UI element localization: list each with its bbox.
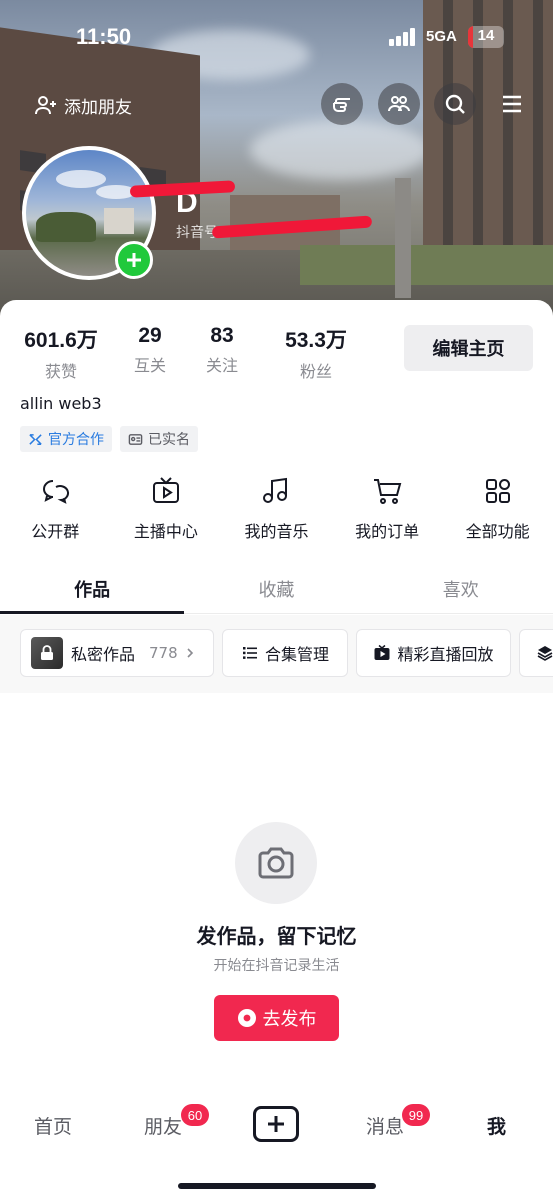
tab-likes[interactable]: 喜欢 xyxy=(369,568,553,613)
empty-state-subtitle: 开始在抖音记录生活 xyxy=(213,958,340,974)
status-time: 11:50 xyxy=(76,24,132,49)
tag-label: 官方合作 xyxy=(48,432,104,448)
search-button[interactable] xyxy=(434,83,476,125)
feature-my-music[interactable]: 我的音乐 xyxy=(221,476,332,542)
publish-label: 去发布 xyxy=(262,1009,317,1030)
create-button[interactable] xyxy=(253,1106,299,1142)
stat-label: 关注 xyxy=(205,356,238,375)
home-indicator xyxy=(178,1183,376,1189)
stat-label: 粉丝 xyxy=(299,362,332,381)
chevron-right-icon xyxy=(187,648,193,658)
feature-all-functions[interactable]: 全部功能 xyxy=(442,476,553,542)
feature-public-group[interactable]: 公开群 xyxy=(0,476,111,542)
id-card-icon xyxy=(128,433,143,445)
handshake-icon xyxy=(29,433,42,445)
camera-icon xyxy=(237,1009,256,1027)
chip-label: 合集管理 xyxy=(264,645,329,664)
content-tabs: 作品 收藏 喜欢 xyxy=(0,568,553,614)
tv-play-icon xyxy=(152,477,179,503)
private-count: 778 xyxy=(149,644,178,662)
feature-label: 公开群 xyxy=(31,522,80,541)
tags-row: 官方合作 已实名 xyxy=(20,426,198,452)
bottom-nav: 首页 朋友 60 消息 99 我 xyxy=(0,1090,553,1160)
grid-icon xyxy=(485,479,510,503)
live-replay-chip[interactable]: 精彩直播回放 xyxy=(356,629,511,677)
hand-pointing-icon xyxy=(333,98,350,112)
add-friend-button[interactable]: 添加朋友 xyxy=(34,90,132,120)
cart-icon xyxy=(374,479,402,504)
plus-icon xyxy=(268,1116,284,1132)
stat-value: 29 xyxy=(138,324,162,347)
list-icon xyxy=(242,647,257,659)
feature-label: 我的订单 xyxy=(355,522,420,541)
private-works-chip[interactable]: 私密作品 778 xyxy=(20,629,214,677)
feature-label: 我的音乐 xyxy=(244,522,309,541)
add-friend-label: 添加朋友 xyxy=(64,97,132,118)
visitors-button[interactable] xyxy=(378,83,420,125)
layers-icon xyxy=(537,646,553,661)
camera-icon xyxy=(258,847,294,879)
stat-value: 53.3万 xyxy=(285,329,347,352)
feature-shortcuts: 公开群 主播中心 我的音乐 我的订单 全部功能 xyxy=(0,476,553,542)
people-icon xyxy=(388,96,410,112)
stat-value: 601.6万 xyxy=(24,329,98,352)
stat-likes[interactable]: 601.6万 获赞 xyxy=(20,324,102,382)
stat-followers[interactable]: 53.3万 粉丝 xyxy=(272,324,360,382)
more-chip[interactable] xyxy=(519,629,553,677)
stat-label: 互关 xyxy=(133,356,166,375)
feature-streamer-center[interactable]: 主播中心 xyxy=(111,476,222,542)
edit-profile-button[interactable]: 编辑主页 xyxy=(404,325,533,371)
nav-me[interactable]: 我 xyxy=(487,1112,506,1139)
lock-icon xyxy=(41,645,53,660)
music-note-icon xyxy=(263,477,288,503)
bio: allin web3 xyxy=(20,394,102,413)
plus-icon xyxy=(127,253,141,267)
menu-button[interactable] xyxy=(496,88,528,120)
tag-label: 已实名 xyxy=(148,432,190,448)
collection-manage-chip[interactable]: 合集管理 xyxy=(222,629,348,677)
stat-value: 83 xyxy=(210,324,234,347)
status-bar: 11:50 5GA 14 xyxy=(0,0,553,72)
poke-button[interactable] xyxy=(321,83,363,125)
tab-favorites[interactable]: 收藏 xyxy=(184,568,368,613)
messages-badge: 99 xyxy=(402,1104,430,1126)
empty-state-title: 发作品，留下记忆 xyxy=(196,924,357,948)
network-type: 5GA xyxy=(426,28,457,45)
empty-camera-badge xyxy=(235,822,317,904)
verified-tag[interactable]: 已实名 xyxy=(120,426,198,452)
search-icon xyxy=(445,94,465,114)
battery-percent: 14 xyxy=(477,27,495,44)
friends-badge: 60 xyxy=(181,1104,209,1126)
tv-play-icon xyxy=(374,644,390,660)
tab-works[interactable]: 作品 xyxy=(0,568,185,614)
stats-row: 601.6万 获赞 29 互关 83 关注 53.3万 粉丝 xyxy=(20,324,360,382)
nav-friends[interactable]: 朋友 xyxy=(144,1112,182,1139)
chip-label: 私密作品 xyxy=(71,645,136,664)
nav-home[interactable]: 首页 xyxy=(34,1112,72,1139)
feature-label: 全部功能 xyxy=(465,522,530,541)
nav-messages[interactable]: 消息 xyxy=(366,1112,404,1139)
hamburger-menu-icon xyxy=(503,95,521,113)
battery-icon: 14 xyxy=(468,26,504,48)
chip-label: 精彩直播回放 xyxy=(397,645,494,664)
add-person-icon xyxy=(35,96,56,115)
feature-label: 主播中心 xyxy=(133,522,198,541)
chat-bubbles-icon xyxy=(43,480,70,504)
add-avatar-button[interactable] xyxy=(115,241,153,279)
private-thumbnail xyxy=(31,637,63,669)
publish-button[interactable]: 去发布 xyxy=(214,995,339,1041)
stat-label: 获赞 xyxy=(44,362,77,381)
cellular-signal-icon xyxy=(389,28,419,46)
stat-mutual[interactable]: 29 互关 xyxy=(106,324,194,382)
stat-following[interactable]: 83 关注 xyxy=(194,324,250,382)
feature-my-orders[interactable]: 我的订单 xyxy=(332,476,443,542)
official-cooperation-tag[interactable]: 官方合作 xyxy=(20,426,112,452)
